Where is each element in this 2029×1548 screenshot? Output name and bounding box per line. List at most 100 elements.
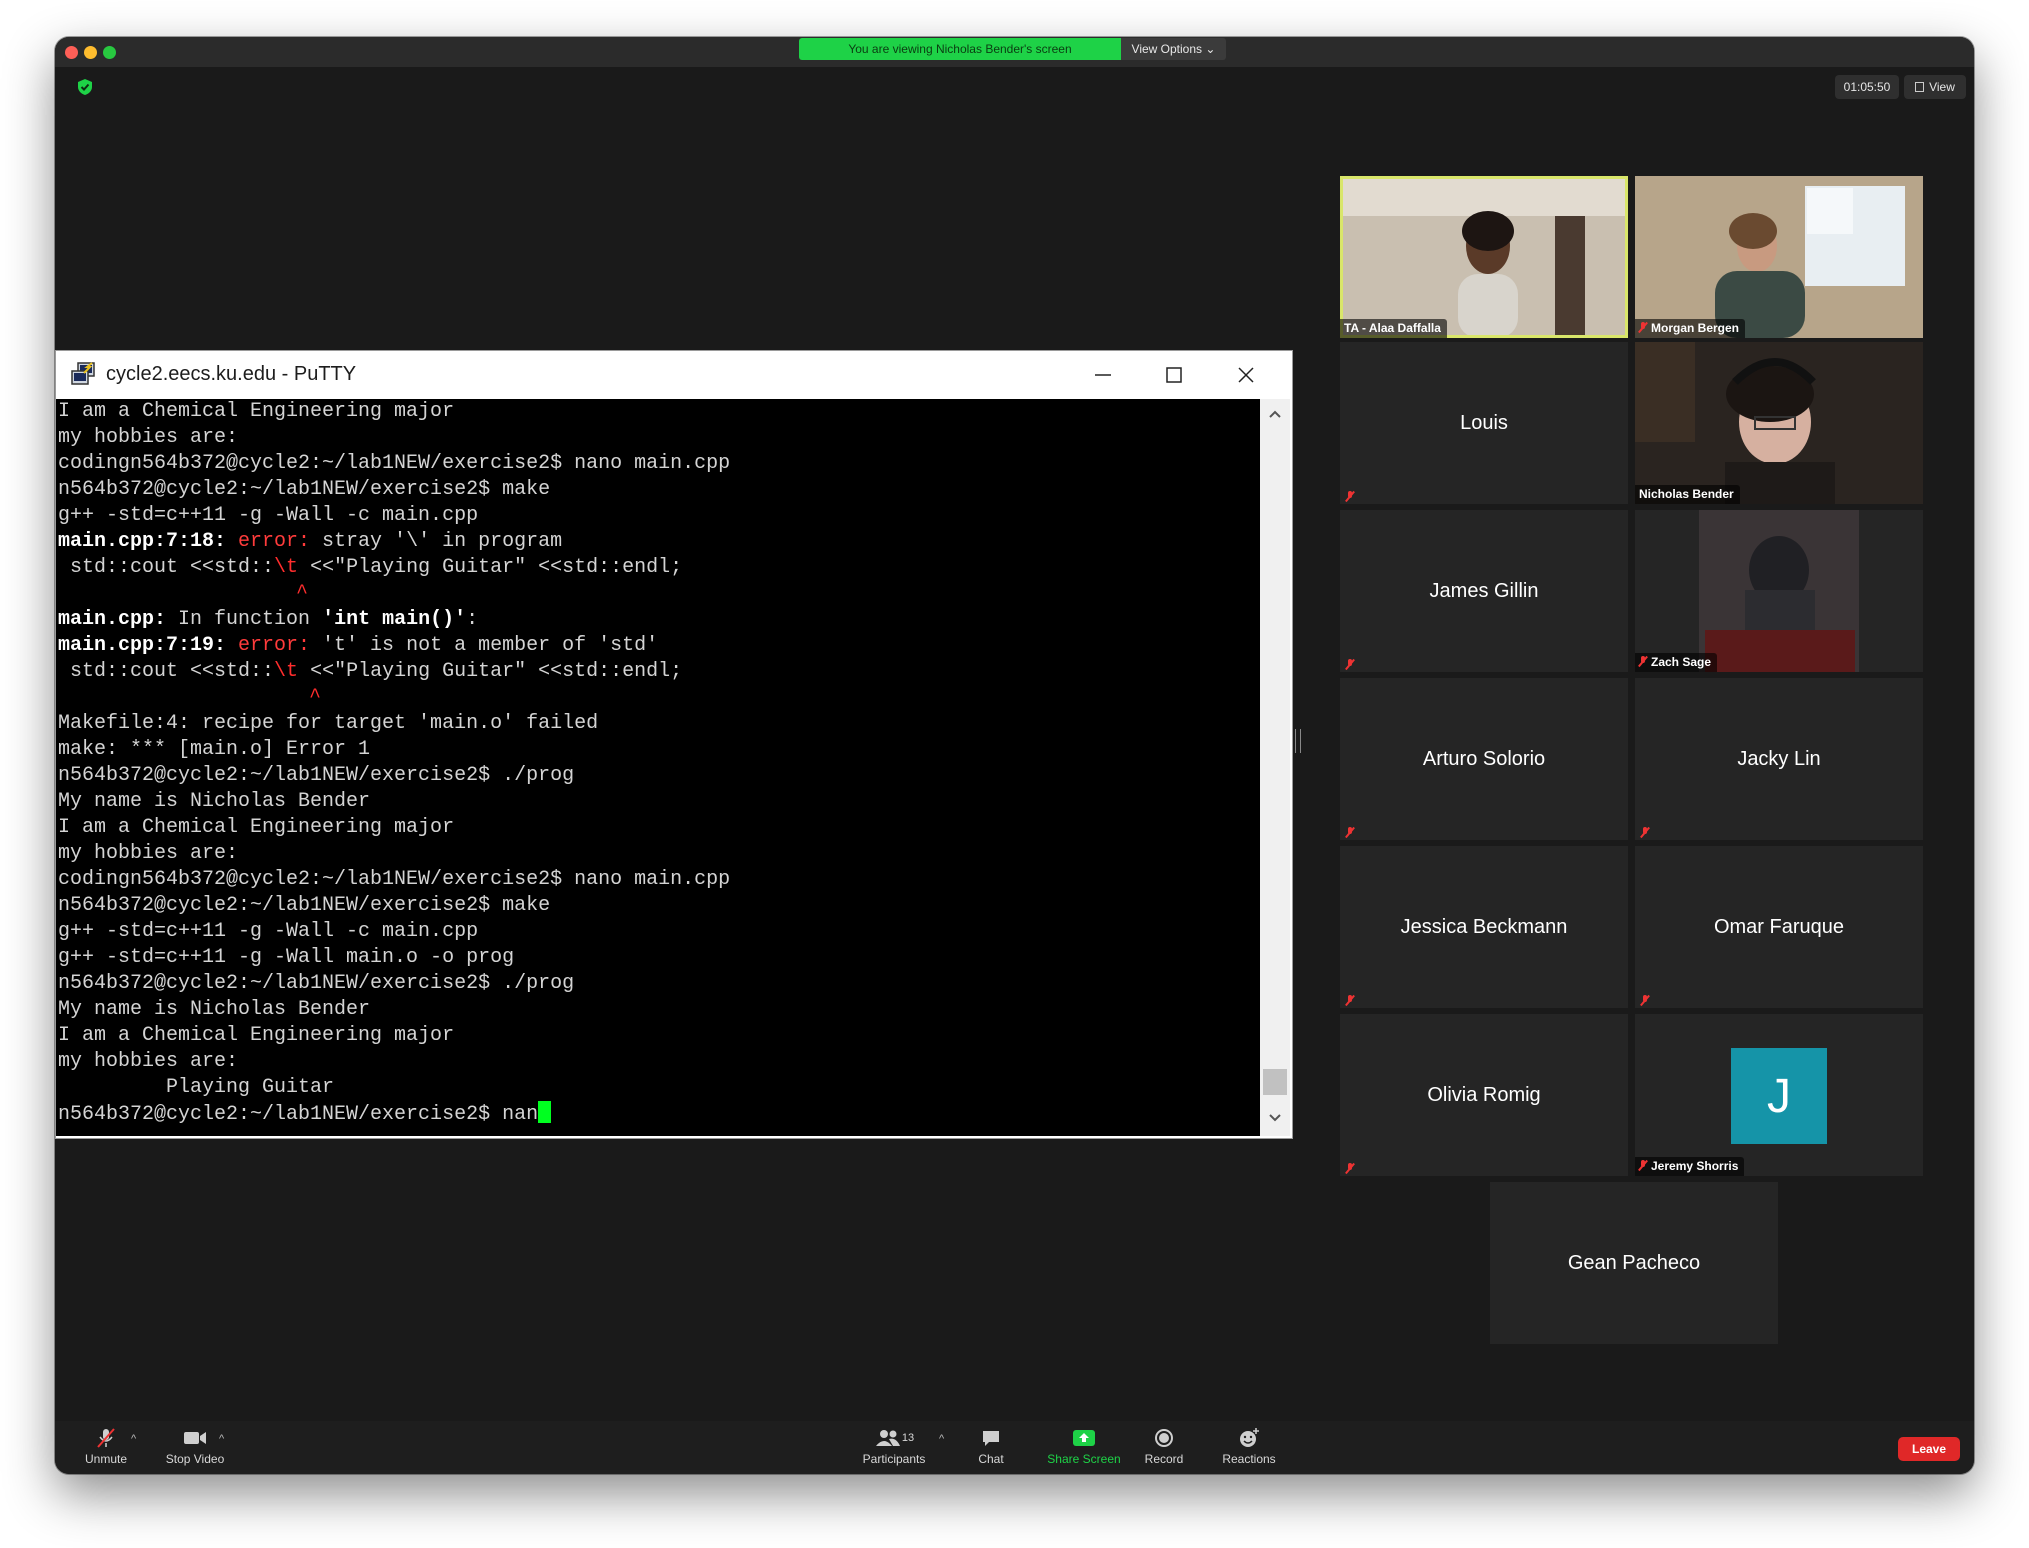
meeting-toolbar: Unmute ^ Stop Video ^ 13 Participants ^ xyxy=(55,1421,1974,1474)
terminal-source-line: std::cout <<std::\t <<"Playing Guitar" <… xyxy=(58,555,682,581)
maximize-icon[interactable] xyxy=(1148,357,1200,393)
view-button[interactable]: View xyxy=(1904,75,1966,99)
function-name: 'int main()' xyxy=(322,608,467,631)
error-message: 't' is not a member of 'std' xyxy=(310,634,659,657)
participants-label: Participants xyxy=(862,1452,926,1466)
video-tile-jacky[interactable]: Jacky Lin xyxy=(1635,678,1923,840)
terminal-line: g++ -std=c++11 -g -Wall -c main.cpp xyxy=(58,504,479,527)
encryption-shield-icon[interactable] xyxy=(76,78,94,96)
error-message: stray '\' in program xyxy=(310,530,563,553)
mic-muted-icon xyxy=(1639,656,1647,667)
error-location: main.cpp: xyxy=(58,608,167,631)
participant-name: Morgan Bergen xyxy=(1635,319,1746,338)
putty-icon xyxy=(71,362,95,385)
reactions-label: Reactions xyxy=(1222,1452,1276,1466)
scrollbar-thumb[interactable] xyxy=(1263,1069,1287,1095)
terminal-line: n564b372@cycle2:~/lab1NEW/exercise2$ ./p… xyxy=(58,764,575,787)
video-tile-jeremy[interactable]: J Jeremy Shorris xyxy=(1635,1014,1923,1176)
terminal-line: n564b372@cycle2:~/lab1NEW/exercise2$ ./p… xyxy=(58,972,575,995)
mic-muted-icon xyxy=(1346,1160,1356,1172)
terminal-line: n564b372@cycle2:~/lab1NEW/exercise2$ mak… xyxy=(58,478,551,501)
split-view-handle[interactable] xyxy=(1295,729,1301,753)
participant-name: Zach Sage xyxy=(1635,653,1718,672)
terminal-line: I am a Chemical Engineering major xyxy=(58,816,455,839)
stop-video-label: Stop Video xyxy=(165,1452,225,1466)
video-tile-alaa[interactable]: TA - Alaa Daffalla xyxy=(1340,176,1628,338)
reactions-icon xyxy=(1240,1428,1259,1447)
terminal-error-line: main.cpp:7:18: error: stray '\' in progr… xyxy=(58,529,562,555)
video-tile-arturo[interactable]: Arturo Solorio xyxy=(1340,678,1628,840)
video-tile-nicholas[interactable]: Nicholas Bender xyxy=(1635,342,1923,504)
video-tile-jessica[interactable]: Jessica Beckmann xyxy=(1340,846,1628,1008)
function-text: In function xyxy=(166,608,323,631)
typed-command: nan xyxy=(502,1103,539,1126)
video-camera-icon xyxy=(184,1432,206,1444)
error-location: main.cpp:7:18: xyxy=(58,530,239,553)
terminal-function-line: main.cpp: In function 'int main()': xyxy=(58,607,478,633)
video-tile-louis[interactable]: Louis xyxy=(1340,342,1628,504)
view-options-button[interactable]: View Options ⌄ xyxy=(1121,38,1226,60)
video-tile-olivia[interactable]: Olivia Romig xyxy=(1340,1014,1628,1176)
terminal-line: g++ -std=c++11 -g -Wall -c main.cpp xyxy=(58,920,479,943)
video-tile-morgan[interactable]: Morgan Bergen xyxy=(1635,176,1923,338)
terminal-line: codingn564b372@cycle2:~/lab1NEW/exercise… xyxy=(58,868,731,891)
terminal-cursor xyxy=(538,1101,552,1123)
terminal-line: My name is Nicholas Bender xyxy=(58,790,371,813)
view-options-label: View Options xyxy=(1131,42,1203,56)
source-code: std::cout <<std:: xyxy=(58,660,275,683)
video-options-chevron-icon[interactable]: ^ xyxy=(219,1433,224,1445)
terminal-line: make: *** [main.o] Error 1 xyxy=(58,738,371,761)
chat-button[interactable]: Chat xyxy=(966,1427,1016,1466)
fullscreen-window-button[interactable] xyxy=(103,46,116,59)
participants-options-chevron-icon[interactable]: ^ xyxy=(939,1433,944,1445)
minimize-window-button[interactable] xyxy=(84,46,97,59)
participant-name: Jacky Lin xyxy=(1737,747,1821,770)
participants-button[interactable]: 13 Participants xyxy=(859,1427,929,1466)
record-button[interactable]: Record xyxy=(1139,1427,1189,1466)
participant-name: Olivia Romig xyxy=(1427,1083,1541,1106)
chevron-up-icon[interactable] xyxy=(1267,407,1283,421)
close-window-button[interactable] xyxy=(65,46,78,59)
zoom-window: You are viewing Nicholas Bender's screen… xyxy=(55,37,1974,1474)
minimize-icon[interactable] xyxy=(1076,357,1128,393)
avatar: J xyxy=(1731,1048,1827,1144)
participant-name: Jeremy Shorris xyxy=(1635,1157,1745,1176)
video-tile-omar[interactable]: Omar Faruque xyxy=(1635,846,1923,1008)
terminal-line: my hobbies are: xyxy=(58,426,239,449)
error-label: error: xyxy=(238,634,311,657)
terminal-prompt-line[interactable]: n564b372@cycle2:~/lab1NEW/exercise2$ nan xyxy=(58,1101,552,1127)
participant-name: TA - Alaa Daffalla xyxy=(1340,319,1447,338)
terminal-line: Makefile:4: recipe for target 'main.o' f… xyxy=(58,712,599,735)
mic-muted-icon xyxy=(1346,824,1356,836)
chat-label: Chat xyxy=(978,1452,1004,1466)
terminal-line: Playing Guitar xyxy=(58,1076,335,1099)
mic-muted-icon xyxy=(1641,992,1651,1004)
participants-icon xyxy=(875,1430,900,1446)
mic-muted-icon xyxy=(1346,992,1356,1004)
meeting-timer: 01:05:50 xyxy=(1835,75,1899,99)
unmute-button[interactable]: Unmute xyxy=(75,1427,137,1466)
share-screen-button[interactable]: Share Screen xyxy=(1039,1427,1129,1466)
chat-icon xyxy=(983,1431,999,1446)
reactions-button[interactable]: Reactions xyxy=(1214,1427,1284,1466)
source-code: <<"Playing Guitar" <<std::endl; xyxy=(298,556,683,579)
putty-window: cycle2.eecs.ku.edu - PuTTY I am a Chemic… xyxy=(55,350,1293,1139)
viewing-screen-banner: You are viewing Nicholas Bender's screen xyxy=(799,38,1121,60)
terminal-line: My name is Nicholas Bender xyxy=(58,998,371,1021)
source-code: <<"Playing Guitar" <<std::endl; xyxy=(298,660,683,683)
video-tile-zach[interactable]: Zach Sage xyxy=(1635,510,1923,672)
share-screen-icon xyxy=(1073,1430,1095,1446)
leave-button[interactable]: Leave xyxy=(1898,1437,1960,1461)
close-icon[interactable] xyxy=(1220,357,1272,393)
video-tile-james[interactable]: James Gillin xyxy=(1340,510,1628,672)
chevron-down-icon[interactable] xyxy=(1267,1111,1283,1125)
mic-muted-icon xyxy=(1346,656,1356,668)
putty-titlebar[interactable]: cycle2.eecs.ku.edu - PuTTY xyxy=(56,351,1292,399)
terminal-output[interactable]: I am a Chemical Engineering major my hob… xyxy=(56,399,1260,1136)
mic-muted-icon xyxy=(97,1428,115,1448)
participants-count: 13 xyxy=(901,1432,915,1444)
audio-options-chevron-icon[interactable]: ^ xyxy=(131,1433,136,1445)
video-tile-gean[interactable]: Gean Pacheco xyxy=(1490,1182,1778,1344)
terminal-scrollbar[interactable] xyxy=(1260,399,1290,1136)
terminal-line: g++ -std=c++11 -g -Wall main.o -o prog xyxy=(58,946,515,969)
